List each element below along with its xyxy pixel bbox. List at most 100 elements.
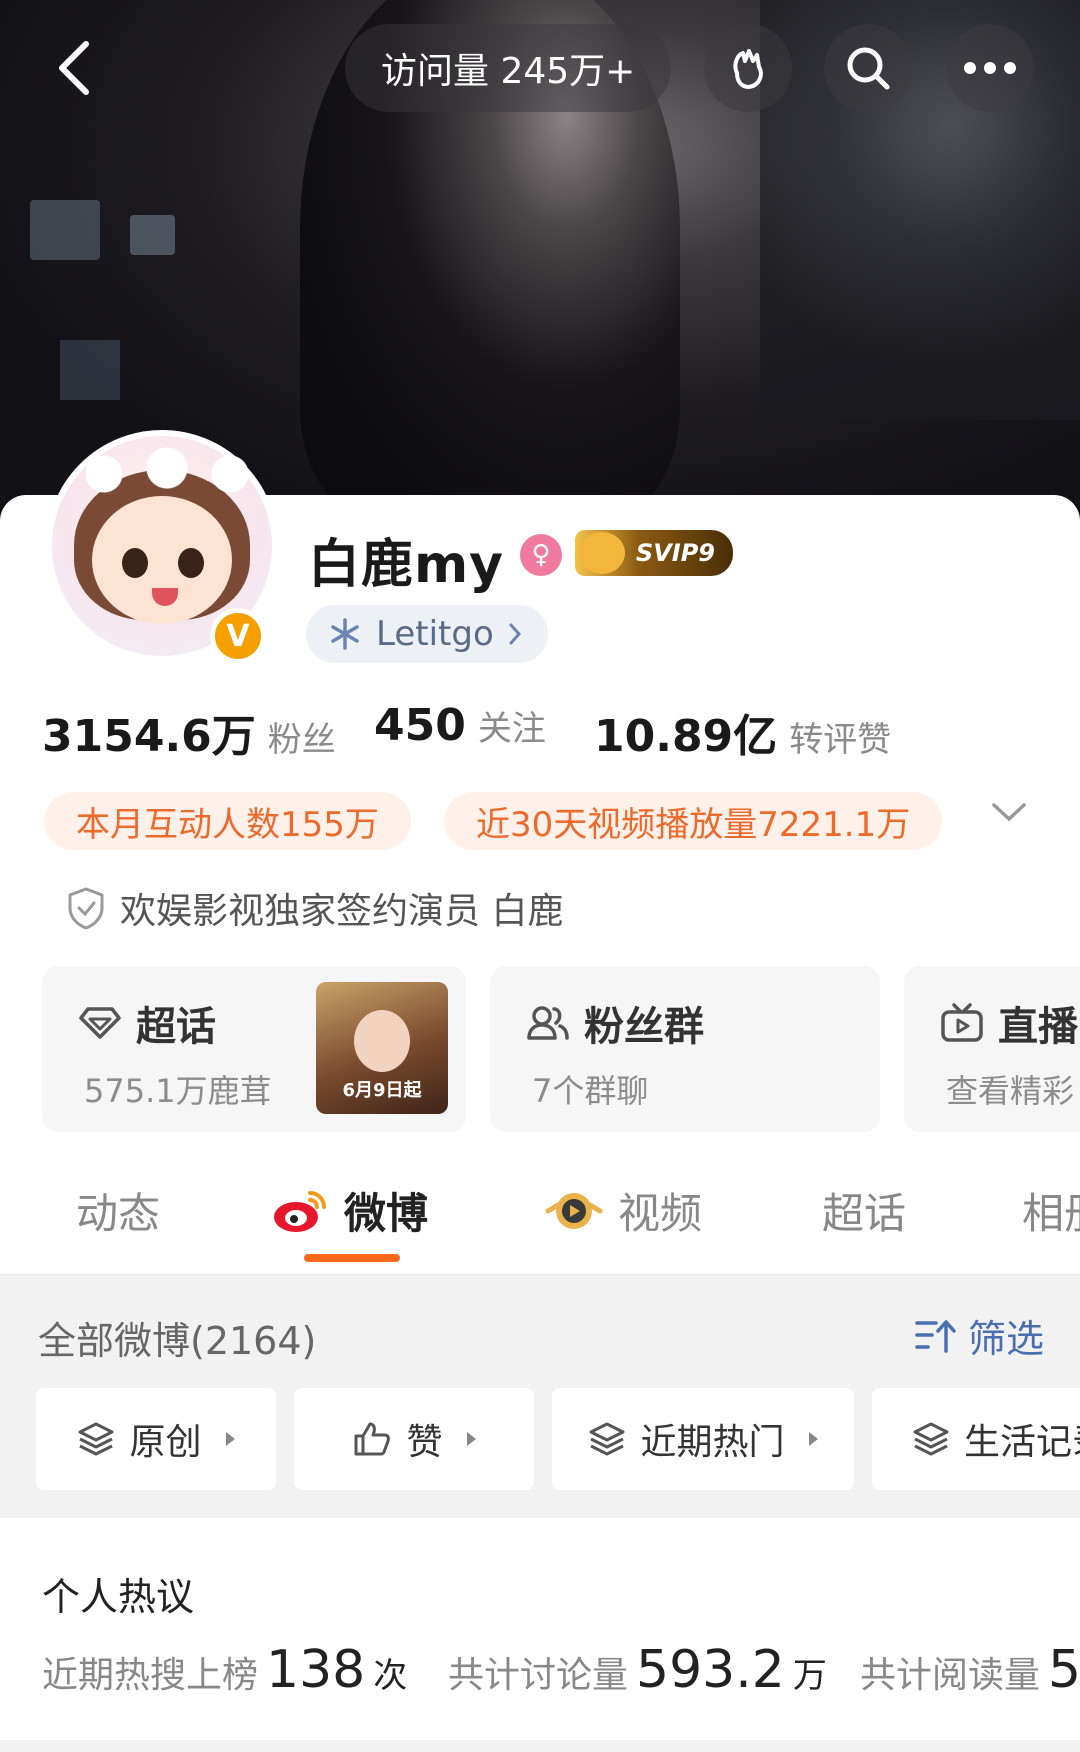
weibo-logo-icon xyxy=(274,1190,326,1232)
tab-label: 视频 xyxy=(618,1189,703,1238)
caret-right-icon xyxy=(808,1432,818,1446)
hot-stat-label: 共计阅读量 xyxy=(860,1655,1041,1696)
chip-original[interactable]: 原创 xyxy=(36,1388,276,1490)
knock-button[interactable] xyxy=(704,24,792,112)
avatar-eye xyxy=(178,548,204,578)
hot-stat-value: 138 xyxy=(266,1640,366,1700)
tab-weibo[interactable]: 微博 xyxy=(272,1180,428,1241)
card-subtitle: 575.1万鹿茸 xyxy=(84,1072,272,1110)
chip-label: 原创 xyxy=(129,1422,202,1463)
filter-label: 筛选 xyxy=(968,1317,1045,1361)
thumbs-up-icon xyxy=(354,1422,391,1456)
crown-icon xyxy=(579,532,625,574)
hot-stat-label: 近期热搜上榜 xyxy=(42,1655,259,1696)
chip-recent-hot[interactable]: 近期热门 xyxy=(552,1388,854,1490)
hot-stat-trending: 近期热搜上榜 138 次 xyxy=(42,1640,407,1700)
profile-tag-label: Letitgo xyxy=(376,614,494,654)
tab-label: 微博 xyxy=(344,1189,429,1238)
tab-dynamics[interactable]: 动态 xyxy=(76,1180,160,1241)
card-live[interactable]: 直播 查看精彩 xyxy=(904,966,1080,1132)
knock-hand-icon xyxy=(733,49,763,89)
layers-icon xyxy=(589,1422,625,1456)
card-fan-group[interactable]: 粉丝群 7个群聊 xyxy=(490,966,880,1132)
cover-window xyxy=(130,215,175,255)
stat-following[interactable]: 450 关注 xyxy=(374,700,546,751)
shield-check-icon xyxy=(68,887,104,930)
hot-discussion-title: 个人热议 xyxy=(42,1575,195,1619)
layers-icon xyxy=(913,1422,949,1456)
card-title: 直播 xyxy=(998,1004,1078,1050)
diamond-icon xyxy=(79,1007,121,1039)
stat-label: 粉丝 xyxy=(267,720,336,760)
feed-title: 全部微博(2164) xyxy=(38,1319,317,1363)
search-icon xyxy=(847,47,890,90)
hot-stat-discussion: 共计讨论量 593.2 万 xyxy=(448,1640,827,1700)
hot-stat-reads: 共计阅读量 5 xyxy=(860,1640,1080,1700)
verified-badge: V xyxy=(210,608,266,664)
cover-window xyxy=(60,340,120,400)
profile-tag[interactable]: Letitgo xyxy=(306,605,548,663)
gender-female-icon: ♀ xyxy=(520,534,562,576)
highlight-pill[interactable]: 本月互动人数155万 xyxy=(44,792,411,850)
avatar-eye xyxy=(122,548,148,578)
card-super-topic[interactable]: 超话 575.1万鹿茸 6月9日起 xyxy=(42,966,466,1132)
hot-stat-unit: 万 xyxy=(792,1656,827,1696)
active-tab-indicator xyxy=(304,1254,400,1262)
video-badge-icon xyxy=(545,1192,603,1229)
snowflake-icon xyxy=(331,618,359,650)
stat-value: 10.89亿 xyxy=(594,711,778,762)
stat-interactions[interactable]: 10.89亿 转评赞 xyxy=(594,700,891,764)
chevron-left-icon xyxy=(59,41,89,95)
back-button[interactable] xyxy=(30,24,118,112)
card-title-row: 直播 xyxy=(940,994,1078,1052)
stat-label: 转评赞 xyxy=(789,720,892,760)
hot-stat-value: 593.2 xyxy=(636,1640,785,1700)
expand-button[interactable] xyxy=(990,800,1028,828)
caret-right-icon xyxy=(466,1432,476,1446)
stat-value: 3154.6万 xyxy=(42,711,256,762)
more-button[interactable] xyxy=(946,24,1034,112)
layers-icon xyxy=(78,1422,114,1456)
chip-label: 赞 xyxy=(406,1422,443,1463)
stat-value: 450 xyxy=(374,700,466,751)
filter-button[interactable]: 筛选 xyxy=(914,1308,1044,1363)
hot-stat-label: 共计讨论量 xyxy=(448,1655,629,1696)
verification-text: 欢娱影视独家签约演员 白鹿 xyxy=(120,891,564,932)
stat-followers[interactable]: 3154.6万 粉丝 xyxy=(42,700,336,764)
poster-face xyxy=(354,1010,410,1072)
tab-video[interactable]: 视频 xyxy=(544,1180,702,1241)
svip-badge[interactable]: SVIP9 xyxy=(575,530,733,576)
svip-badge-label: SVIP9 xyxy=(635,539,715,567)
tab-album[interactable]: 相册 xyxy=(1022,1180,1080,1241)
chevron-right-icon xyxy=(509,623,521,645)
highlight-pill[interactable]: 近30天视频播放量7221.1万 xyxy=(444,792,943,850)
card-subtitle: 查看精彩 xyxy=(946,1072,1075,1110)
chip-likes[interactable]: 赞 xyxy=(294,1388,534,1490)
visits-count[interactable]: 访问量 245万+ xyxy=(345,24,672,112)
cover-window xyxy=(30,200,100,260)
verification-info[interactable]: 欢娱影视独家签约演员 白鹿 xyxy=(66,882,563,934)
tab-super-topic[interactable]: 超话 xyxy=(822,1180,906,1241)
chip-life-record[interactable]: 生活记录 xyxy=(872,1388,1080,1490)
avatar-flower-crown xyxy=(62,444,272,504)
stat-label: 关注 xyxy=(477,709,546,749)
live-tv-icon xyxy=(941,1003,983,1042)
card-title-row: 粉丝群 xyxy=(526,994,704,1052)
more-dots-icon xyxy=(964,62,1016,74)
poster-caption: 6月9日起 xyxy=(342,1080,422,1101)
hot-stat-unit: 次 xyxy=(373,1656,408,1696)
card-title-row: 超话 xyxy=(78,994,216,1052)
card-title: 超话 xyxy=(136,1004,216,1050)
chip-label: 生活记录 xyxy=(964,1422,1080,1463)
filter-sort-icon xyxy=(915,1319,956,1353)
chip-label: 近期热门 xyxy=(640,1422,785,1463)
group-people-icon xyxy=(527,1006,569,1040)
drama-poster-image[interactable]: 6月9日起 xyxy=(316,982,448,1114)
hot-stat-value: 5 xyxy=(1048,1640,1080,1700)
chevron-down-icon xyxy=(992,803,1026,822)
card-subtitle: 7个群聊 xyxy=(532,1072,649,1110)
card-title: 粉丝群 xyxy=(584,1004,704,1050)
section-divider xyxy=(0,1740,1080,1752)
search-button[interactable] xyxy=(824,24,912,112)
caret-right-icon xyxy=(225,1432,235,1446)
